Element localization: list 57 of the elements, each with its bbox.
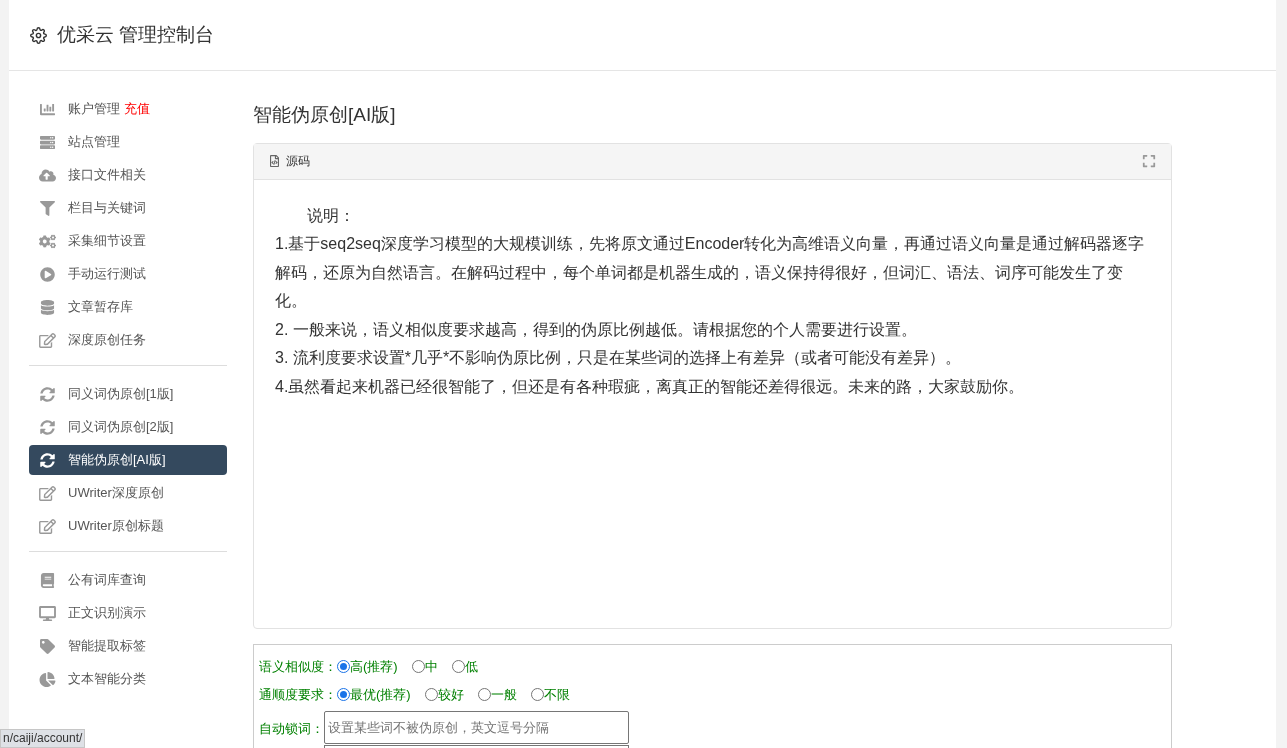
editor-paragraph: 说明： [306,205,356,226]
refresh-icon [39,419,56,435]
play-icon [39,266,56,282]
code-file-icon [269,155,280,167]
sidebar-item[interactable]: 正文识别演示 [29,598,227,628]
radio-option[interactable]: 最优(推荐) [337,684,411,705]
sidebar-item[interactable]: 手动运行测试 [29,259,227,289]
sidebar-item[interactable]: 账户管理 充值 [29,94,227,124]
sidebar-item[interactable]: 智能伪原创[AI版] [29,445,227,475]
cloud-upload-icon [39,167,56,183]
option-label: 通顺度要求： [259,685,337,704]
sidebar-item[interactable]: 文章暂存库 [29,292,227,322]
editor-paragraph: 1.基于seq2seq深度学习模型的大规模训练，先将原文通过Encoder转化为高维语义向量，再通过语义向量是通过解码器逐字解码，还原为自然语言。在解码过程中，每个单词都是机器生成的，语义保持得很好，但词汇、语法、词序可能发生了变化。 [275,234,1146,311]
filter-icon [39,200,56,216]
settings-icon [30,26,47,44]
sidebar-item[interactable]: 公有词库查询 [29,565,227,595]
page-title: 智能伪原创[AI版] [253,103,397,127]
tag-icon [39,638,56,654]
radio-option[interactable]: 一般 [477,684,517,705]
editor-paragraph: 2. 一般来说，语义相似度要求越高，得到的伪原比例越低。请根据您的个人需要进行设置。 [275,319,918,340]
edit-icon [39,485,56,501]
sidebar-item[interactable]: 深度原创任务 [29,325,227,355]
fullscreen-icon[interactable] [1142,154,1156,168]
edit-icon [39,332,56,348]
edit-icon [39,518,56,534]
radio-option[interactable]: 不限 [530,684,570,705]
monitor-icon [39,605,56,621]
book-icon [39,572,56,588]
input-field[interactable]: 设置某些词不被伪原创，英文逗号分隔 [324,710,629,744]
server-icon [39,134,56,150]
editor-paragraph: 3. 流利度要求设置*几乎*不影响伪原比例，只是在某些词的选择上有差异（或者可能没有差异）。 [275,348,963,368]
editor-paragraph: 4.虽然看起来机器已经很智能了，但还是有各种瑕疵，离真正的智能还差得很远。未来的路，大家鼓励你。 [275,376,1026,397]
sidebar-item[interactable]: 站点管理 [29,127,227,157]
sidebar-item[interactable]: 采集细节设置 [29,226,227,256]
sidebar-item[interactable]: 同义词伪原创[1版] [29,379,227,409]
source-tab[interactable]: 源码 [269,152,310,170]
database-icon [39,299,56,315]
option-label: 自动锁词： [259,719,324,738]
radio-option[interactable]: 低 [451,656,478,677]
radio-option[interactable]: 较好 [424,684,464,705]
status-url: n/caiji/account/ [0,729,86,748]
bar-chart-icon [39,101,56,117]
sidebar-item[interactable]: UWriter深度原创 [29,478,227,508]
gears-icon [39,233,56,249]
refresh-icon [39,386,56,402]
radio-option[interactable]: 中 [411,656,438,677]
pie-chart-icon [39,671,56,687]
radio-option[interactable]: 高(推荐) [337,656,398,677]
sidebar-item[interactable]: 智能提取标签 [29,631,227,661]
sidebar-item[interactable]: UWriter原创标题 [29,511,227,541]
sidebar-item[interactable]: 栏目与关键词 [29,193,227,223]
sidebar-item[interactable]: 文本智能分类 [29,664,227,694]
app-title: 优采云 管理控制台 [57,22,215,47]
refresh-icon [39,452,56,468]
sidebar-item[interactable]: 接口文件相关 [29,160,227,190]
option-label: 语义相似度： [259,657,337,676]
sidebar-item[interactable]: 同义词伪原创[2版] [29,412,227,442]
